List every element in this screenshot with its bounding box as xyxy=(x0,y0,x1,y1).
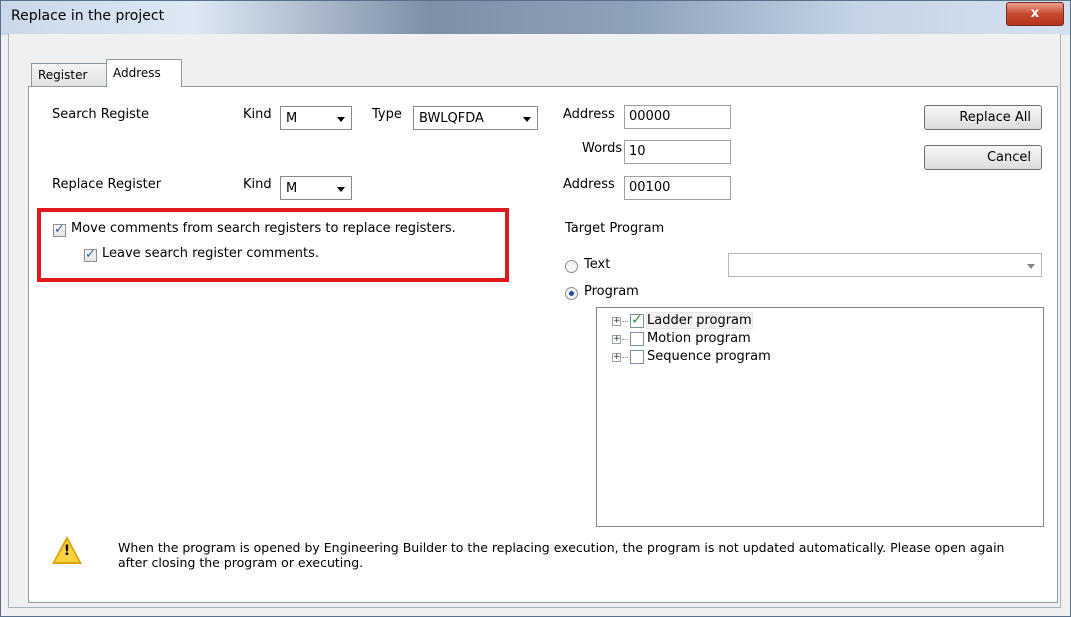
ladder-program-label: Ladder program xyxy=(646,312,753,329)
search-type-value: BWLQFDA xyxy=(419,111,484,126)
title-bar[interactable]: Replace in the project x xyxy=(1,1,1070,35)
tree-connector xyxy=(622,321,628,322)
replace-register-label: Replace Register xyxy=(52,177,162,192)
tree-item-motion[interactable]: + Motion program xyxy=(597,330,1037,348)
replace-address-label: Address xyxy=(563,177,615,192)
move-comments-checkbox[interactable] xyxy=(53,222,66,237)
replace-kind-label: Kind xyxy=(243,177,272,192)
replace-kind-select[interactable]: M xyxy=(280,176,352,200)
search-address-input[interactable]: 00000 xyxy=(624,105,731,129)
words-input[interactable]: 10 xyxy=(624,140,731,164)
tab-register[interactable]: Register xyxy=(31,63,107,87)
tree-connector xyxy=(622,357,628,358)
close-icon: x xyxy=(1030,6,1040,21)
program-tree[interactable]: + Ladder program + Motion program + Sequ… xyxy=(596,307,1044,527)
search-address-label: Address xyxy=(563,107,615,122)
warning-exclamation: ! xyxy=(63,543,71,559)
search-type-label: Type xyxy=(372,107,402,122)
search-kind-select[interactable]: M xyxy=(280,106,352,130)
chevron-down-icon xyxy=(337,187,345,192)
replace-address-input[interactable]: 00100 xyxy=(624,176,731,200)
chevron-down-icon xyxy=(337,117,345,122)
words-label: Words xyxy=(582,141,623,156)
move-comments-label: Move comments from search registers to r… xyxy=(71,221,456,236)
sequence-program-checkbox[interactable] xyxy=(630,350,644,364)
search-register-label: Search Registe xyxy=(52,107,149,122)
search-type-select[interactable]: BWLQFDA xyxy=(413,106,538,130)
chevron-down-icon xyxy=(523,117,531,122)
motion-program-label: Motion program xyxy=(647,331,751,346)
cancel-button[interactable]: Cancel xyxy=(924,145,1042,170)
expand-icon[interactable]: + xyxy=(612,335,621,344)
highlight-box xyxy=(37,208,509,282)
warning-message: When the program is opened by Engineerin… xyxy=(118,540,1005,570)
program-radio-label: Program xyxy=(584,284,639,299)
sequence-program-label: Sequence program xyxy=(647,349,771,364)
text-radio[interactable] xyxy=(565,260,578,273)
tab-address[interactable]: Address xyxy=(106,59,182,87)
search-kind-label: Kind xyxy=(243,107,272,122)
text-program-select[interactable] xyxy=(728,253,1042,277)
tree-connector xyxy=(622,339,628,340)
leave-comments-label: Leave search register comments. xyxy=(102,246,320,261)
tree-item-ladder[interactable]: + Ladder program xyxy=(597,312,1037,330)
search-kind-value: M xyxy=(286,111,298,126)
program-radio[interactable] xyxy=(565,287,578,300)
leave-comments-checkbox[interactable] xyxy=(84,247,97,262)
replace-all-button[interactable]: Replace All xyxy=(924,105,1042,130)
dialog-title: Replace in the project xyxy=(11,8,165,24)
motion-program-checkbox[interactable] xyxy=(630,332,644,346)
chevron-down-icon xyxy=(1027,264,1035,269)
tree-item-sequence[interactable]: + Sequence program xyxy=(597,348,1037,366)
close-button[interactable]: x xyxy=(1006,2,1064,26)
ladder-program-checkbox[interactable] xyxy=(630,312,644,328)
expand-icon[interactable]: + xyxy=(612,353,621,362)
target-program-heading: Target Program xyxy=(565,221,665,236)
text-radio-label: Text xyxy=(584,257,611,272)
expand-icon[interactable]: + xyxy=(612,317,621,326)
replace-kind-value: M xyxy=(286,181,298,196)
